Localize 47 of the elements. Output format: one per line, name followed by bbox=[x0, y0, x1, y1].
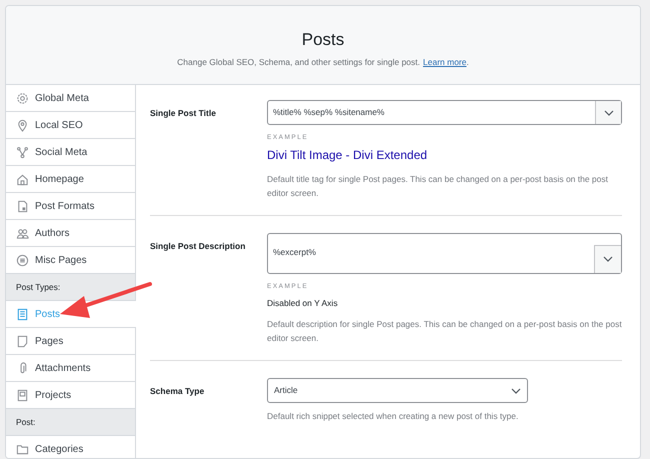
help-text: Default description for single Post pages. This can be changed on a per-post basis on the post editor screen. bbox=[267, 318, 622, 346]
document-icon bbox=[16, 308, 29, 320]
sidebar-item[interactable]: Attachments bbox=[6, 355, 135, 382]
help-text: Default title tag for single Post pages. This can be changed on a per-post basis on the post editor screen. bbox=[267, 172, 610, 200]
location-pin-icon bbox=[16, 118, 29, 132]
users-icon bbox=[16, 226, 29, 240]
sidebar-item[interactable]: Post Formats bbox=[6, 193, 135, 220]
sidebar-item[interactable]: Misc Pages bbox=[6, 247, 135, 274]
dropdown-button[interactable] bbox=[595, 101, 621, 124]
page-icon bbox=[16, 334, 29, 348]
sidebar-heading: Post: bbox=[6, 409, 135, 436]
gear-icon bbox=[16, 92, 29, 104]
field-value: Article bbox=[274, 384, 298, 398]
sidebar-item[interactable]: Social Meta bbox=[6, 139, 135, 166]
document-icon bbox=[16, 200, 29, 212]
sidebar-item[interactable]: Projects bbox=[6, 382, 135, 409]
list-circle-icon bbox=[16, 254, 29, 266]
share-nodes-icon bbox=[16, 146, 29, 158]
sidebar-heading: Post Types: bbox=[6, 274, 135, 301]
period-text: . bbox=[466, 56, 469, 69]
field-value: %excerpt% bbox=[273, 246, 316, 257]
learn-more-link[interactable]: Learn more bbox=[423, 56, 466, 69]
chevron-down-icon bbox=[511, 388, 521, 394]
dropdown-button[interactable] bbox=[594, 244, 621, 273]
sidebar-item[interactable]: Categories bbox=[6, 436, 135, 458]
house-icon bbox=[16, 172, 29, 186]
schema-type-select[interactable]: Article bbox=[267, 378, 528, 404]
chevron-down-icon bbox=[603, 256, 613, 262]
setting-label: Schema Type bbox=[150, 385, 206, 398]
setting-label: Single Post Title bbox=[150, 107, 217, 120]
sidebar-item[interactable]: Pages bbox=[6, 328, 135, 355]
help-text: Default rich snippet selected when creating a new post of this type. bbox=[267, 410, 520, 424]
sidebar-item[interactable]: Authors bbox=[6, 220, 135, 247]
sidebar-item[interactable]: Homepage bbox=[6, 166, 135, 193]
setting-label: Single Post Description bbox=[150, 240, 246, 253]
folder-icon bbox=[16, 442, 29, 456]
example-preview: Divi Tilt Image - Divi Extended bbox=[267, 146, 428, 164]
page-subtitle: Change Global SEO, Schema, and other settings for single post. bbox=[177, 56, 420, 69]
description-template-field[interactable]: %excerpt% bbox=[267, 232, 622, 274]
page-title: Posts bbox=[302, 29, 344, 51]
field-value: %title% %sep% %sitename% bbox=[273, 106, 384, 119]
sidebar-item[interactable]: Global Meta bbox=[6, 85, 135, 112]
sidebar-item[interactable]: Local SEO bbox=[6, 112, 135, 139]
example-preview: Disabled on Y Axis bbox=[267, 296, 339, 310]
document-icon bbox=[16, 388, 29, 402]
chevron-down-icon bbox=[604, 110, 614, 116]
title-template-field[interactable]: %title% %sep% %sitename% bbox=[267, 100, 622, 125]
